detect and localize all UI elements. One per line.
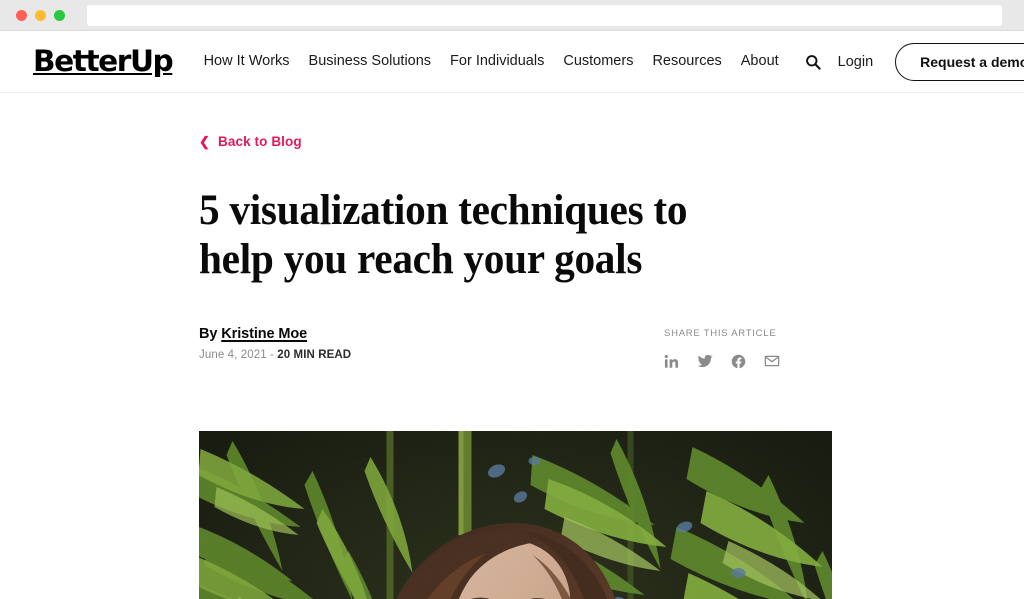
share-icon-list bbox=[664, 353, 832, 369]
search-button[interactable] bbox=[798, 47, 828, 77]
publish-date: June 4, 2021 - bbox=[199, 349, 278, 362]
url-address-bar[interactable] bbox=[87, 4, 1002, 26]
minimize-window-button[interactable] bbox=[35, 9, 46, 21]
maximize-window-button[interactable] bbox=[54, 9, 65, 21]
dateline: June 4, 2021 - 20 MIN READ bbox=[199, 349, 664, 361]
nav-about[interactable]: About bbox=[741, 54, 798, 69]
nav-business-solutions[interactable]: Business Solutions bbox=[309, 54, 451, 69]
article-page: ❮ Back to Blog 5 visualization technique… bbox=[0, 93, 1024, 599]
share-facebook-button[interactable] bbox=[731, 354, 746, 369]
close-window-button[interactable] bbox=[16, 9, 27, 21]
byline-block: By Kristine Moe June 4, 2021 - 20 MIN RE… bbox=[199, 326, 664, 361]
author-link[interactable]: Kristine Moe bbox=[221, 326, 307, 342]
search-icon bbox=[805, 54, 821, 70]
share-email-button[interactable] bbox=[764, 353, 780, 369]
share-block: SHARE THIS ARTICLE bbox=[664, 326, 832, 369]
facebook-icon bbox=[731, 354, 746, 368]
page-title: 5 visualization techniques to help you r… bbox=[199, 187, 688, 283]
hero-image-graphic bbox=[199, 431, 832, 599]
article-container: ❮ Back to Blog 5 visualization technique… bbox=[192, 133, 832, 599]
hero-image-wrap bbox=[199, 431, 832, 599]
nav-resources[interactable]: Resources bbox=[652, 54, 740, 69]
main-navigation: How It Works Business Solutions For Indi… bbox=[204, 54, 798, 69]
window-controls bbox=[16, 9, 65, 21]
share-twitter-button[interactable] bbox=[697, 353, 713, 369]
back-to-blog-label: Back to Blog bbox=[218, 134, 302, 149]
header-actions: Login Request a demo bbox=[798, 42, 1024, 81]
byline-prefix: By bbox=[199, 326, 218, 343]
request-demo-button[interactable]: Request a demo bbox=[895, 42, 1024, 81]
chevron-left-icon: ❮ bbox=[199, 134, 210, 149]
nav-customers[interactable]: Customers bbox=[563, 54, 652, 69]
share-this-article-label: SHARE THIS ARTICLE bbox=[664, 328, 777, 340]
login-link[interactable]: Login bbox=[838, 54, 873, 70]
article-meta: By Kristine Moe June 4, 2021 - 20 MIN RE… bbox=[199, 326, 832, 369]
site-header: BetterUp How It Works Business Solutions… bbox=[0, 31, 1024, 93]
hero-image bbox=[199, 431, 832, 599]
share-linkedin-button[interactable] bbox=[664, 354, 679, 369]
nav-how-it-works[interactable]: How It Works bbox=[204, 54, 309, 69]
byline: By Kristine Moe bbox=[199, 326, 664, 342]
read-time: 20 MIN READ bbox=[277, 349, 352, 362]
twitter-icon bbox=[697, 355, 713, 368]
linkedin-icon bbox=[664, 354, 679, 368]
browser-chrome bbox=[0, 0, 1024, 31]
nav-for-individuals[interactable]: For Individuals bbox=[450, 54, 563, 69]
betterup-logo[interactable]: BetterUp bbox=[33, 47, 174, 76]
back-to-blog-link[interactable]: ❮ Back to Blog bbox=[199, 134, 302, 149]
email-icon bbox=[764, 355, 780, 367]
